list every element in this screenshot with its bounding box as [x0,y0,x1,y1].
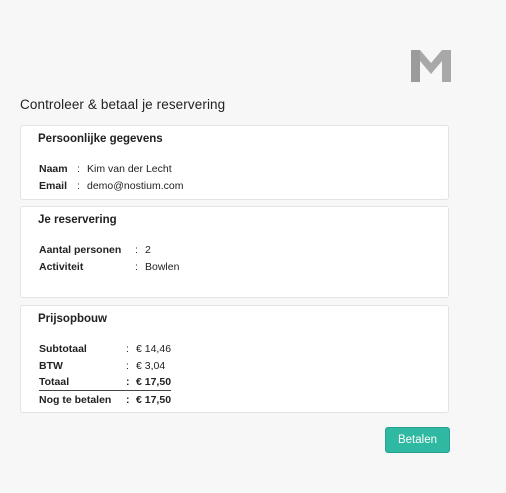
persons-value: 2 [145,244,151,256]
activity-label: Activiteit [39,261,84,273]
persons-label: Aantal personen [39,244,122,256]
email-label: Email [39,180,68,192]
subtotal-separator: : [126,343,129,355]
pricing-title: Prijsopbouw [38,313,107,325]
vat-label: BTW [39,360,63,372]
name-label: Naam [39,163,68,175]
total-divider [39,390,171,391]
amount-due-label: Nog te betalen [39,394,112,406]
reservation-title: Je reservering [38,214,117,226]
name-value: Kim van der Lecht [87,163,172,175]
amount-due-value: € 17,50 [136,394,172,406]
page-title: Controleer & betaal je reservering [20,97,226,112]
pricing-card: Prijsopbouw Subtotaal : € 14,46 BTW : € … [20,305,449,413]
name-separator: : [77,163,80,175]
persons-separator: : [135,244,138,256]
total-separator: : [126,376,130,388]
personal-details-card: Persoonlijke gegevens Naam : Kim van der… [20,125,449,200]
personal-details-title: Persoonlijke gegevens [38,133,163,145]
vat-separator: : [126,360,129,372]
email-value: demo@nostium.com [87,180,184,192]
subtotal-label: Subtotaal [39,343,87,355]
amount-due-separator: : [126,394,130,406]
activity-value: Bowlen [145,261,180,273]
activity-separator: : [135,261,138,273]
subtotal-value: € 14,46 [136,343,172,355]
email-separator: : [77,180,80,192]
total-value: € 17,50 [136,376,172,388]
total-label: Totaal [39,376,70,388]
vat-value: € 3,04 [136,360,166,372]
pay-button[interactable]: Betalen [385,427,450,453]
nostium-m-logo-icon [411,50,451,82]
reservation-card: Je reservering Aantal personen : 2 Activ… [20,206,449,298]
